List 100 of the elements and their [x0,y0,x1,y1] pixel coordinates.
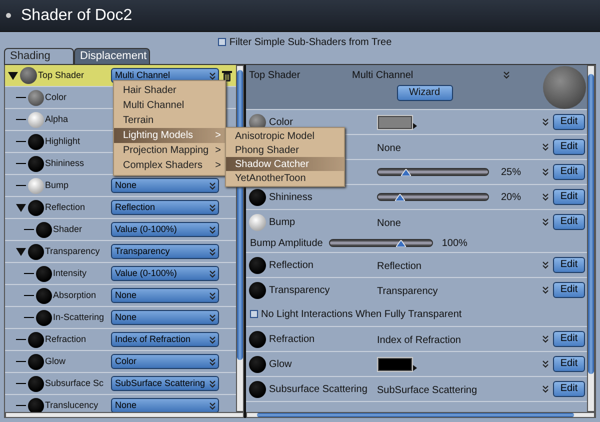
channel-label: Glow [269,358,292,372]
menu-item[interactable]: Terrain [114,113,225,128]
tree-label: Highlight [45,134,80,148]
menu-item[interactable]: Multi Channel [114,98,225,113]
shader-value: None [377,143,401,154]
tree-row[interactable]: Shader Value (0-100%) [5,219,236,241]
chevron-down-icon [542,168,549,176]
color-swatch[interactable] [377,114,413,130]
shader-dropdown[interactable]: Value (0-100%) [111,266,219,281]
tab[interactable]: Displacement [74,48,150,64]
chevron-down-icon [503,71,510,79]
channel-label: Refraction [269,332,315,346]
checkbox[interactable] [250,310,258,318]
tree-row[interactable]: In-Scattering None [5,307,236,329]
chevron-down-icon [209,292,216,300]
edit-button[interactable]: Edit [553,114,585,130]
chevron-down-icon [542,335,549,343]
checkbox-label: Filter Simple Sub-Shaders from Tree [229,36,392,50]
tree-row[interactable]: Reflection Reflection [5,197,236,219]
edit-button[interactable]: Edit [553,214,585,230]
channel-label: Shininess [269,190,312,204]
tree-row[interactable]: Glow Color [5,351,236,373]
channel-label: Reflection [269,258,314,272]
expand-triangle-icon[interactable] [16,248,26,256]
shader-dropdown[interactable]: Reflection [111,200,219,215]
menu-item[interactable]: Projection Mapping > [114,143,225,158]
shader-type: Multi Channel [352,68,414,82]
tree-row[interactable]: Absorption None [5,285,236,307]
expand-triangle-icon[interactable] [8,72,18,80]
tree-label: Top Shader [38,68,84,82]
tree-label: Color [45,90,67,104]
shader-dropdown[interactable]: None [111,310,219,325]
shader-dropdown[interactable]: Color [111,354,219,369]
chevron-down-icon [542,193,549,201]
edit-button[interactable]: Edit [553,139,585,155]
shader-dropdown[interactable]: Transparency [111,244,219,259]
edit-button[interactable]: Edit [553,164,585,180]
chevron-down-icon [542,286,549,294]
expand-triangle-icon[interactable] [16,204,26,212]
edit-button[interactable]: Edit [553,381,585,397]
triangle-right-icon[interactable] [413,365,417,371]
chevron-down-icon [209,182,216,190]
tree-label: Shininess [45,156,84,170]
shader-value: Index of Refraction [377,335,461,346]
color-swatch[interactable] [377,356,413,372]
horizontal-scrollbar[interactable] [246,412,595,418]
chevron-down-icon [542,143,549,151]
tab[interactable]: Shading [4,48,74,64]
triangle-right-icon[interactable] [413,123,417,129]
slider-thumb[interactable] [395,194,405,201]
shader-dropdown[interactable]: Value (0-100%) [111,222,219,237]
edit-button[interactable]: Edit [553,257,585,273]
tree-row[interactable]: Subsurface Sc SubSurface Scattering [5,373,236,395]
menu-item[interactable]: Anisotropic Model [226,129,344,143]
tree-row[interactable]: Intensity Value (0-100%) [5,263,236,285]
channel-label: Subsurface Scattering [269,382,368,396]
edit-button[interactable]: Edit [553,282,585,298]
slider-label: Bump Amplitude [250,236,323,250]
trash-icon[interactable] [222,70,232,82]
menu-item[interactable]: Complex Shaders > [114,158,225,173]
chevron-down-icon [209,314,216,322]
horizontal-scrollbar[interactable] [5,412,244,418]
chevron-down-icon [209,248,216,256]
slider-thumb[interactable] [400,169,410,176]
checkbox[interactable] [218,38,226,46]
tree-label: In-Scattering [53,310,104,324]
edit-button[interactable]: Edit [553,331,585,347]
slider-track[interactable] [328,239,433,247]
shader-dropdown[interactable]: None [111,398,219,412]
submenu-arrow: > [215,129,221,143]
wizard-button[interactable]: Wizard [396,85,452,101]
tree-row[interactable]: Transparency Transparency [5,241,236,263]
slider-reading: 20% [501,190,522,204]
channel-label: Color [269,116,293,130]
menu-item[interactable]: Lighting Models > [114,128,225,143]
slider-reading: 100% [442,236,468,250]
edit-button[interactable]: Edit [553,356,585,372]
menu-item[interactable]: Shadow Catcher [226,157,344,171]
chevron-down-icon [209,336,216,344]
edit-button[interactable]: Edit [553,189,585,205]
chevron-down-icon [542,360,549,368]
submenu-arrow: > [215,159,221,173]
shader-dropdown[interactable]: None [111,288,219,303]
tree-row[interactable]: Refraction Index of Refraction [5,329,236,351]
slider-track[interactable] [377,193,489,201]
chevron-down-icon [209,380,216,388]
shader-dropdown[interactable]: Index of Refraction [111,332,219,347]
shader-dropdown[interactable]: None [111,178,219,193]
chevron-down-icon [542,218,549,226]
vertical-scrollbar[interactable] [587,65,595,412]
tree-label: Transparency [45,244,100,258]
tree-label: Glow [45,354,66,368]
menu-item[interactable]: Phong Shader [226,143,344,157]
chevron-down-icon [542,261,549,269]
slider-reading: 25% [501,166,522,180]
slider-track[interactable] [377,168,489,176]
window-title: Shader of Doc2 [21,6,132,26]
tree-label: Refraction [45,332,86,346]
shader-dropdown[interactable]: SubSurface Scattering [111,376,219,391]
slider-thumb[interactable] [396,240,406,247]
